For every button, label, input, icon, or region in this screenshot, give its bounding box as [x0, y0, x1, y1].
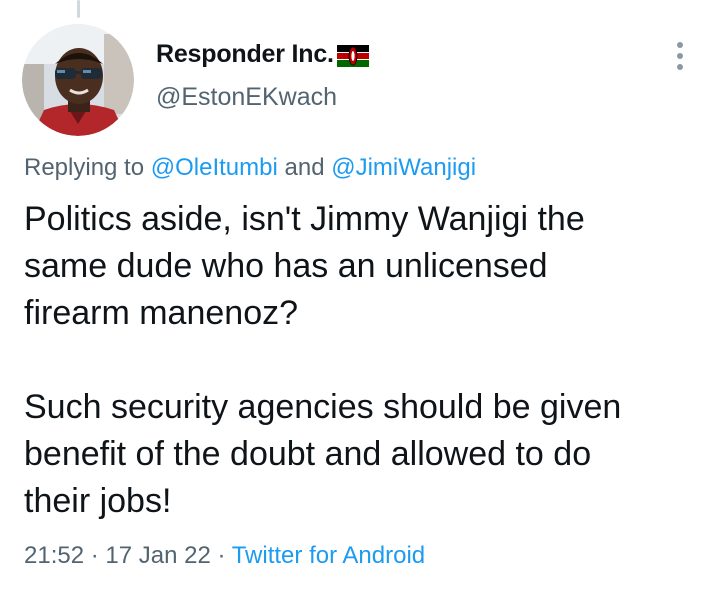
meta-separator: ·: [84, 542, 106, 569]
display-name[interactable]: Responder Inc.: [156, 40, 334, 69]
reply-context: Replying to @OleItumbi and @JimiWanjigi: [24, 154, 476, 182]
avatar[interactable]: [22, 24, 134, 136]
author-handle[interactable]: @EstonEKwach: [156, 83, 337, 112]
tweet-date[interactable]: 17 Jan 22: [105, 542, 210, 569]
mention-link-jimiwanjigi[interactable]: @JimiWanjigi: [331, 154, 476, 181]
thread-connector-line: [77, 0, 80, 18]
mention-link-oleitumbi[interactable]: @OleItumbi: [151, 154, 278, 181]
tweet-line: firearm manenoz?: [24, 294, 299, 332]
more-dot-icon: [677, 42, 683, 48]
more-dot-icon: [677, 64, 683, 70]
tweet-text: Politics aside, isn't Jimmy Wanjigi the …: [24, 196, 704, 525]
author-name-row[interactable]: Responder Inc.: [156, 40, 369, 69]
tweet-time[interactable]: 21:52: [24, 542, 84, 569]
kenya-flag-icon: [336, 44, 369, 67]
reply-joiner: and: [277, 154, 332, 181]
more-options-button[interactable]: [664, 38, 696, 74]
tweet-line: Politics aside, isn't Jimmy Wanjigi the: [24, 200, 585, 238]
tweet-line: same dude who has an unlicensed: [24, 247, 548, 285]
tweet-meta: 21:52 · 17 Jan 22 · Twitter for Android: [24, 542, 425, 570]
tweet-line: their jobs!: [24, 482, 172, 520]
tweet-line: benefit of the doubt and allowed to do: [24, 435, 592, 473]
tweet-source-link[interactable]: Twitter for Android: [232, 542, 425, 569]
tweet-line: Such security agencies should be given: [24, 388, 622, 426]
meta-separator: ·: [210, 542, 232, 569]
more-dot-icon: [677, 53, 683, 59]
reply-prefix: Replying to: [24, 154, 151, 181]
